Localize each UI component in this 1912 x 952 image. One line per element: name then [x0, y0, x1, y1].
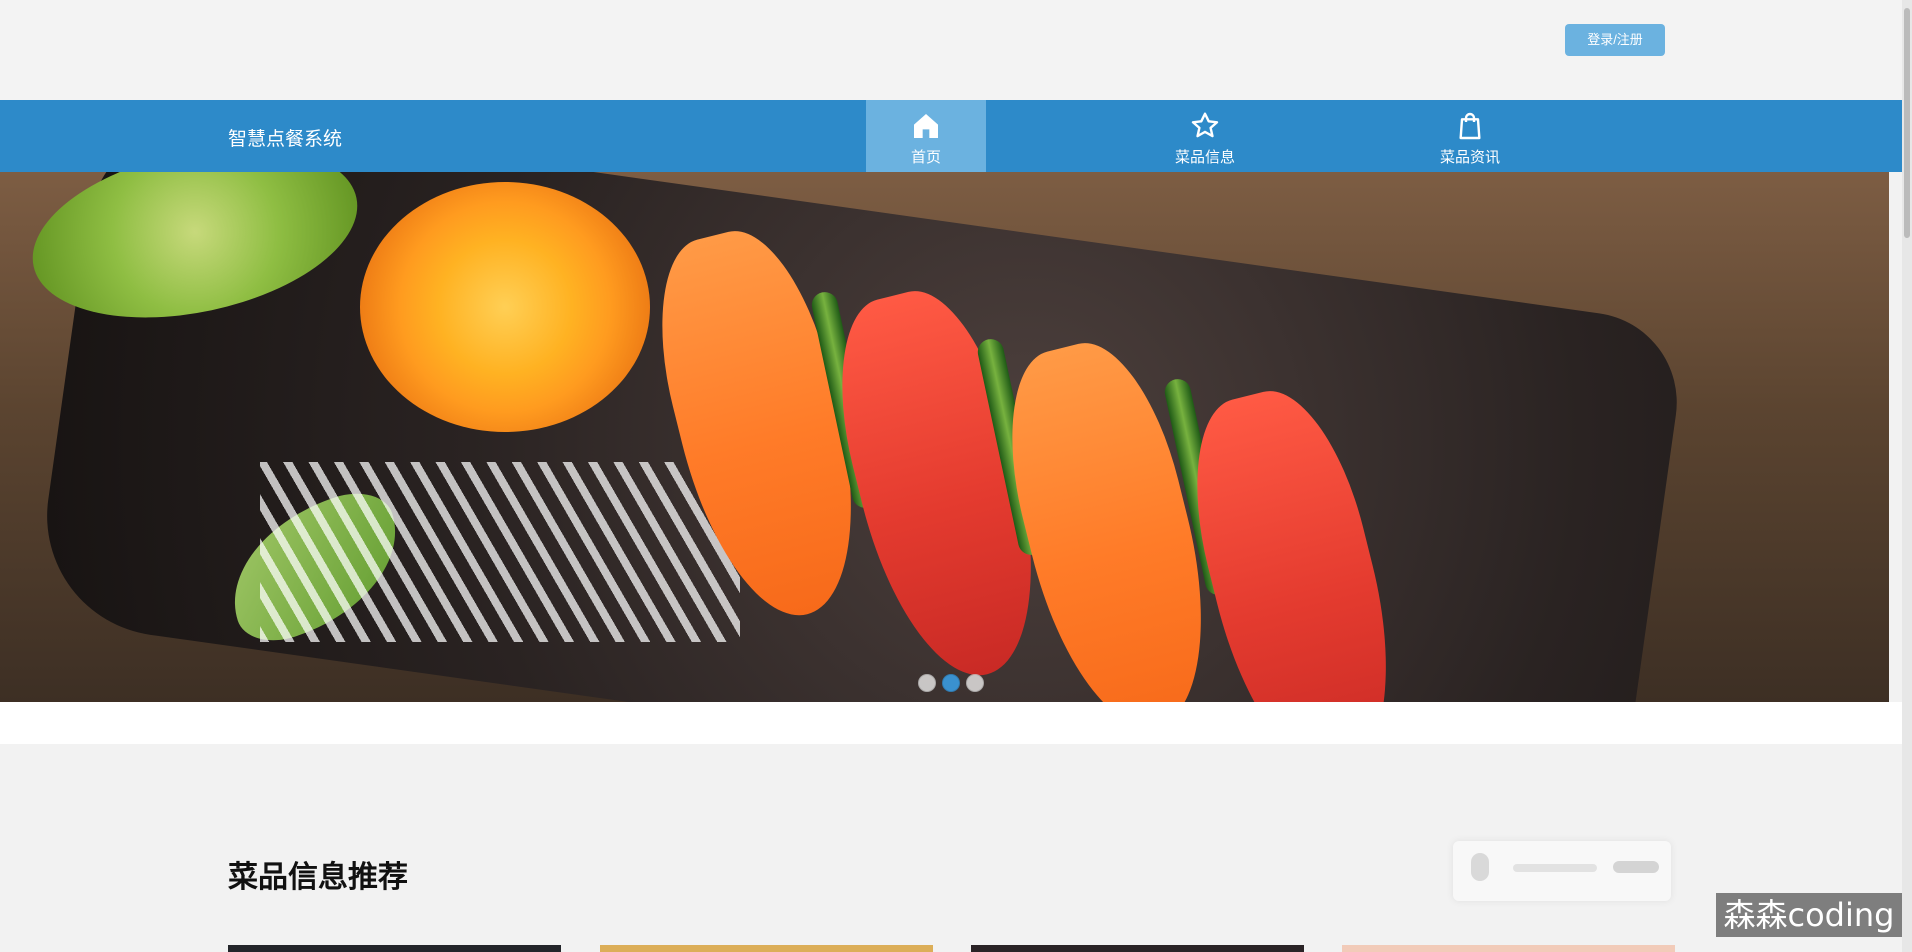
banner-radish	[260, 462, 740, 642]
vertical-scrollbar[interactable]	[1902, 0, 1912, 952]
top-bar: 登录/注册	[0, 0, 1912, 100]
hero-carousel[interactable]	[0, 172, 1889, 702]
floating-widget-placeholder	[1513, 864, 1597, 872]
dish-card[interactable]	[971, 945, 1304, 952]
shopping-bag-icon	[1459, 112, 1481, 140]
star-icon	[1191, 112, 1219, 138]
brand-name: 智慧点餐系统	[228, 128, 343, 150]
content-divider	[0, 702, 1902, 744]
dish-card[interactable]	[1342, 945, 1675, 952]
carousel-dot-1[interactable]	[918, 674, 936, 692]
carousel-dot-3[interactable]	[966, 674, 984, 692]
nav-item-label: 菜品资讯	[1439, 148, 1500, 166]
nav-item-home[interactable]: 首页	[866, 100, 986, 172]
carousel-dot-2[interactable]	[942, 674, 960, 692]
dish-card[interactable]	[228, 945, 561, 952]
scrollbar-thumb[interactable]	[1904, 8, 1910, 238]
banner-carrot-rose	[360, 182, 650, 432]
main-navigation: 智慧点餐系统 首页 菜品信息 菜品资讯	[0, 100, 1902, 172]
microphone-icon	[1471, 853, 1489, 881]
nav-item-news[interactable]: 菜品资讯	[1410, 100, 1530, 172]
recommended-dish-list	[228, 945, 1828, 952]
home-icon	[914, 114, 938, 138]
floating-widget[interactable]	[1453, 841, 1671, 901]
nav-item-label: 首页	[910, 148, 941, 166]
dish-card[interactable]	[600, 945, 933, 952]
section-title: 菜品信息推荐	[228, 860, 408, 895]
watermark: 森森coding	[1716, 893, 1902, 937]
login-register-button[interactable]: 登录/注册	[1565, 24, 1665, 56]
nav-item-label: 菜品信息	[1174, 148, 1235, 166]
floating-widget-button[interactable]	[1613, 861, 1659, 873]
nav-item-dishes[interactable]: 菜品信息	[1145, 100, 1265, 172]
